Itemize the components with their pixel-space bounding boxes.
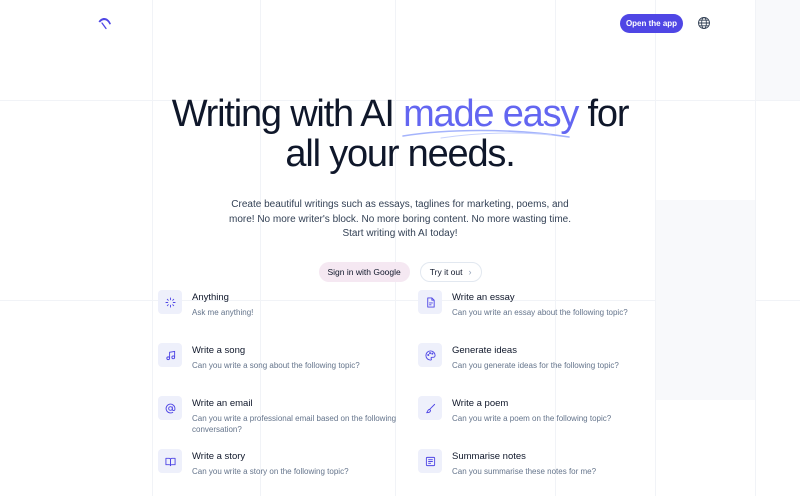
feature-summarise-notes[interactable]: Summarise notes Can you summarise these … bbox=[418, 449, 658, 477]
feature-title: Write an email bbox=[192, 398, 253, 409]
feature-description: Can you write a poem on the following to… bbox=[452, 414, 612, 423]
try-it-out-label: Try it out bbox=[429, 266, 463, 277]
feature-title: Write a song bbox=[192, 345, 246, 356]
feature-description: Can you write a song about the following… bbox=[192, 361, 360, 370]
document-icon bbox=[418, 290, 442, 314]
feature-write-poem[interactable]: Write a poem Can you write a poem on the… bbox=[418, 396, 658, 424]
feature-write-email[interactable]: Write an email Can you write a professio… bbox=[158, 396, 398, 435]
feature-title: Generate ideas bbox=[452, 345, 517, 356]
hero-section: Writing with AI made easy for all your n… bbox=[0, 94, 800, 282]
feature-title: Write an essay bbox=[452, 292, 515, 303]
feature-write-essay[interactable]: Write an essay Can you write an essay ab… bbox=[418, 290, 658, 318]
quill-logo-icon[interactable] bbox=[97, 15, 113, 31]
title-accent: made easy bbox=[402, 94, 579, 139]
feature-description: Can you summarise these notes for me? bbox=[452, 467, 597, 476]
feature-title: Summarise notes bbox=[452, 451, 526, 462]
page-title: Writing with AI made easy for all your n… bbox=[0, 94, 800, 174]
feature-anything[interactable]: Anything Ask me anything! bbox=[158, 290, 398, 318]
feature-description: Can you write an essay about the followi… bbox=[452, 308, 628, 317]
sparkle-icon bbox=[158, 290, 182, 314]
feature-title: Write a poem bbox=[452, 398, 509, 409]
title-part-2: for bbox=[578, 93, 630, 135]
feature-write-song[interactable]: Write a song Can you write a song about … bbox=[158, 343, 398, 371]
chevron-right-icon: › bbox=[468, 266, 472, 277]
music-note-icon bbox=[158, 343, 182, 367]
feature-title: Write a story bbox=[192, 451, 246, 462]
underline-swoosh bbox=[402, 129, 570, 139]
open-app-button[interactable]: Open the app bbox=[620, 14, 683, 33]
feature-generate-ideas[interactable]: Generate ideas Can you generate ideas fo… bbox=[418, 343, 658, 371]
feature-description: Can you generate ideas for the following… bbox=[452, 361, 619, 370]
notes-icon bbox=[418, 449, 442, 473]
feature-description: Can you write a professional email based… bbox=[192, 414, 397, 434]
feature-description: Ask me anything! bbox=[192, 308, 254, 317]
at-sign-icon bbox=[158, 396, 182, 420]
title-part-1: Writing with AI bbox=[171, 93, 404, 135]
feature-description: Can you write a story on the following t… bbox=[192, 467, 349, 476]
hero-subtitle: Create beautiful writings such as essays… bbox=[228, 199, 572, 239]
book-icon bbox=[158, 449, 182, 473]
brush-icon bbox=[418, 396, 442, 420]
feature-write-story[interactable]: Write a story Can you write a story on t… bbox=[158, 449, 398, 477]
palette-icon bbox=[418, 343, 442, 367]
cta-group: Sign in with Google Try it out › bbox=[0, 261, 800, 282]
globe-icon[interactable] bbox=[697, 16, 711, 30]
top-header: Open the app bbox=[0, 12, 800, 36]
feature-title: Anything bbox=[192, 292, 229, 303]
try-it-out-button[interactable]: Try it out › bbox=[419, 261, 482, 282]
sign-in-google-button[interactable]: Sign in with Google bbox=[318, 261, 410, 282]
